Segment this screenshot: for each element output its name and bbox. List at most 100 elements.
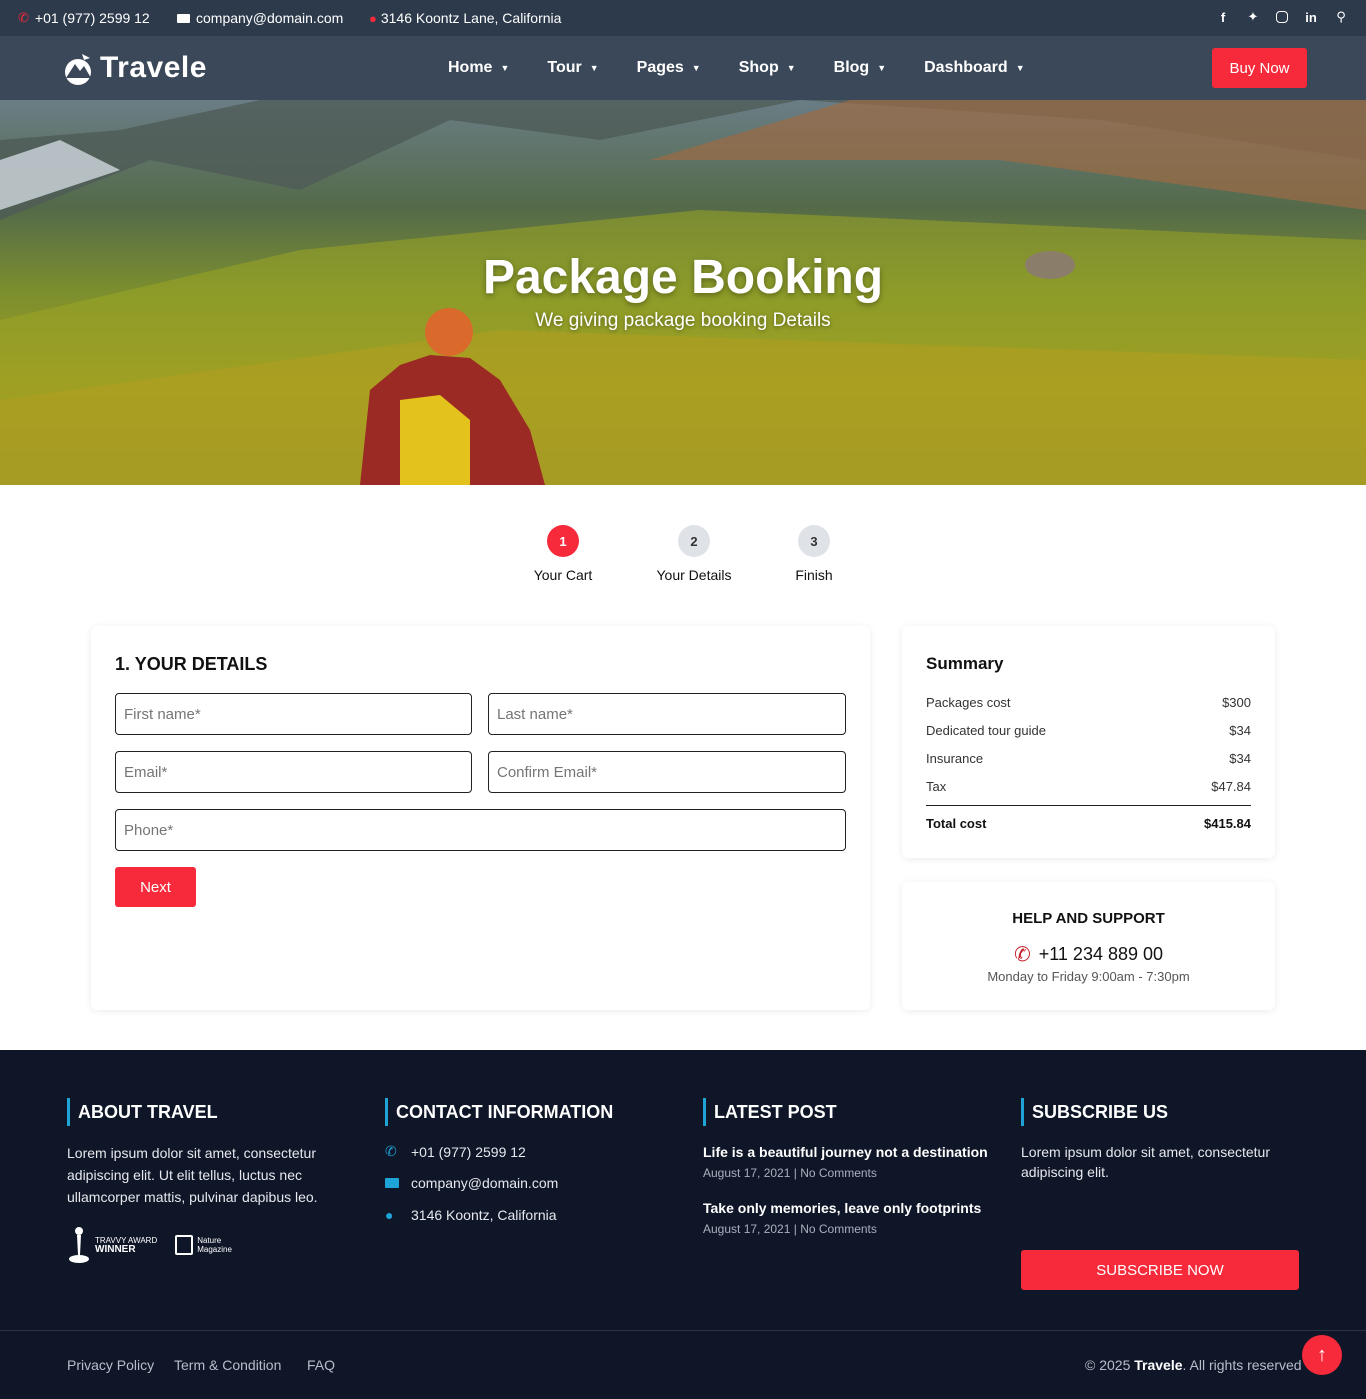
envelope-icon (385, 1178, 399, 1188)
site-logo[interactable]: Travele (60, 50, 207, 86)
summary-total-value: $415.84 (1204, 816, 1251, 831)
post-comments[interactable]: No Comments (800, 1222, 877, 1236)
twitter-icon[interactable]: ✦ (1246, 9, 1260, 25)
caret-down-icon: ▼ (1015, 63, 1025, 73)
topbar-address-text: 3146 Koontz Lane, California (380, 10, 562, 26)
help-phone[interactable]: ✆ +11 234 889 00 (902, 942, 1275, 967)
help-phone-number: +11 234 889 00 (1038, 944, 1164, 964)
award-badge: TRAVVY AWARD WINNER (67, 1225, 157, 1265)
caret-down-icon: ▼ (589, 63, 599, 73)
phone-input[interactable] (115, 809, 846, 851)
badge-line1: Nature (197, 1236, 222, 1245)
site-footer: ABOUT TRAVEL Lorem ipsum dolor sit amet,… (0, 1050, 1366, 1399)
post-comments[interactable]: No Comments (800, 1166, 877, 1180)
phone-icon: ✆ (18, 10, 29, 25)
scroll-to-top-button[interactable]: ↑ (1302, 1335, 1342, 1375)
summary-row-label: Insurance (926, 751, 984, 766)
help-hours: Monday to Friday 9:00am - 7:30pm (987, 969, 1190, 984)
nav-dashboard-label: Dashboard (924, 59, 1008, 76)
contact-address-text: 3146 Koontz, California (411, 1207, 557, 1223)
summary-divider (926, 805, 1251, 806)
buy-now-button[interactable]: Buy Now (1212, 48, 1307, 88)
step-label: Finish (795, 567, 833, 583)
help-title: HELP AND SUPPORT (1012, 910, 1165, 927)
envelope-icon (177, 13, 190, 23)
subscribe-text: Lorem ipsum dolor sit amet, consectetur … (1021, 1144, 1270, 1180)
step-number: 2 (678, 525, 710, 557)
contact-phone[interactable]: ✆ +01 (977) 2599 12 (385, 1143, 526, 1160)
copyright-suffix: . All rights reserved (1182, 1357, 1302, 1373)
step-your-details[interactable]: 2 Your Details (634, 525, 754, 583)
step-label: Your Details (656, 567, 732, 583)
summary-row: Dedicated tour guide $34 (926, 723, 1251, 738)
phone-icon: ✆ (1013, 944, 1031, 966)
nav-blog-label: Blog (833, 59, 870, 76)
nav-pages[interactable]: Pages ▼ (637, 59, 701, 77)
email-input[interactable] (115, 751, 472, 793)
magazine-badge: Nature Magazine (175, 1235, 232, 1255)
topbar-address[interactable]: ● 3146 Koontz Lane, California (369, 10, 561, 26)
post-date: August 17, 2021 (703, 1222, 791, 1236)
nav-pages-label: Pages (636, 59, 684, 76)
nav-blog[interactable]: Blog ▼ (834, 59, 886, 77)
topbar-email[interactable]: company@domain.com (177, 10, 343, 26)
social-links: f ✦ in ⚲ (1216, 9, 1348, 25)
linkedin-icon[interactable]: in (1304, 9, 1318, 25)
nav-tour-label: Tour (547, 59, 582, 76)
nav-dashboard[interactable]: Dashboard ▼ (924, 59, 1025, 77)
nav-home-label: Home (448, 59, 493, 76)
phone-icon: ✆ (385, 1143, 397, 1159)
copyright-brand: Travele (1134, 1357, 1183, 1373)
nav-tour[interactable]: Tour ▼ (547, 59, 598, 77)
topbar-phone-text: +01 (977) 2599 12 (34, 10, 150, 26)
map-pin-icon: ● (369, 10, 377, 26)
last-name-input[interactable] (488, 693, 846, 735)
trophy-icon (69, 1227, 89, 1263)
faq-link[interactable]: FAQ (307, 1357, 335, 1373)
summary-total-label: Total cost (926, 816, 987, 831)
step-number: 3 (798, 525, 830, 557)
first-name-input[interactable] (115, 693, 472, 735)
award-badges: TRAVVY AWARD WINNER Nature Magazine (67, 1225, 232, 1265)
step-your-cart[interactable]: 1 Your Cart (503, 525, 623, 583)
contact-address[interactable]: ● 3146 Koontz, California (385, 1207, 557, 1223)
caret-down-icon: ▼ (691, 63, 701, 73)
topbar-phone[interactable]: ✆ +01 (977) 2599 12 (18, 10, 150, 26)
next-button[interactable]: Next (115, 867, 196, 907)
details-title: 1. YOUR DETAILS (115, 654, 268, 674)
privacy-policy-link[interactable]: Privacy Policy (67, 1357, 154, 1373)
badge-line2: Magazine (197, 1245, 232, 1254)
top-bar: ✆ +01 (977) 2599 12 company@domain.com ●… (0, 0, 1366, 36)
step-finish[interactable]: 3 Finish (754, 525, 874, 583)
summary-row: Insurance $34 (926, 751, 1251, 766)
nav-home[interactable]: Home ▼ (448, 59, 509, 77)
step-number: 1 (547, 525, 579, 557)
contact-email-text: company@domain.com (411, 1175, 559, 1191)
summary-row-label: Tax (926, 779, 947, 794)
post-title[interactable]: Take only memories, leave only footprint… (703, 1200, 981, 1216)
summary-row-label: Packages cost (926, 695, 1011, 710)
post-date: August 17, 2021 (703, 1166, 791, 1180)
logo-text: Travele (100, 51, 207, 84)
about-title: ABOUT TRAVEL (67, 1098, 218, 1126)
confirm-email-input[interactable] (488, 751, 846, 793)
contact-email[interactable]: company@domain.com (385, 1175, 558, 1191)
caret-down-icon: ▼ (500, 63, 510, 73)
summary-row: Packages cost $300 (926, 695, 1251, 710)
footer-divider (0, 1330, 1366, 1331)
subscribe-now-button[interactable]: SUBSCRIBE NOW (1021, 1250, 1299, 1290)
copyright: © 2025 Travele. All rights reserved (1085, 1357, 1302, 1373)
terms-link[interactable]: Term & Condition (174, 1357, 281, 1373)
search-icon[interactable]: ⚲ (1334, 9, 1348, 25)
summary-row-value: $47.84 (1211, 779, 1251, 794)
help-support-card: HELP AND SUPPORT ✆ +11 234 889 00 Monday… (902, 882, 1275, 1010)
badge-line2: WINNER (95, 1244, 136, 1255)
main-header: Travele Home ▼ Tour ▼ Pages ▼ Shop ▼ Blog ▼ D… (0, 36, 1366, 100)
caret-down-icon: ▼ (786, 63, 796, 73)
instagram-icon[interactable] (1276, 11, 1288, 23)
facebook-icon[interactable]: f (1216, 9, 1230, 25)
summary-title: Summary (926, 654, 1004, 673)
nav-shop[interactable]: Shop ▼ (739, 59, 796, 77)
post-title[interactable]: Life is a beautiful journey not a destin… (703, 1144, 988, 1160)
step-label: Your Cart (533, 567, 593, 583)
